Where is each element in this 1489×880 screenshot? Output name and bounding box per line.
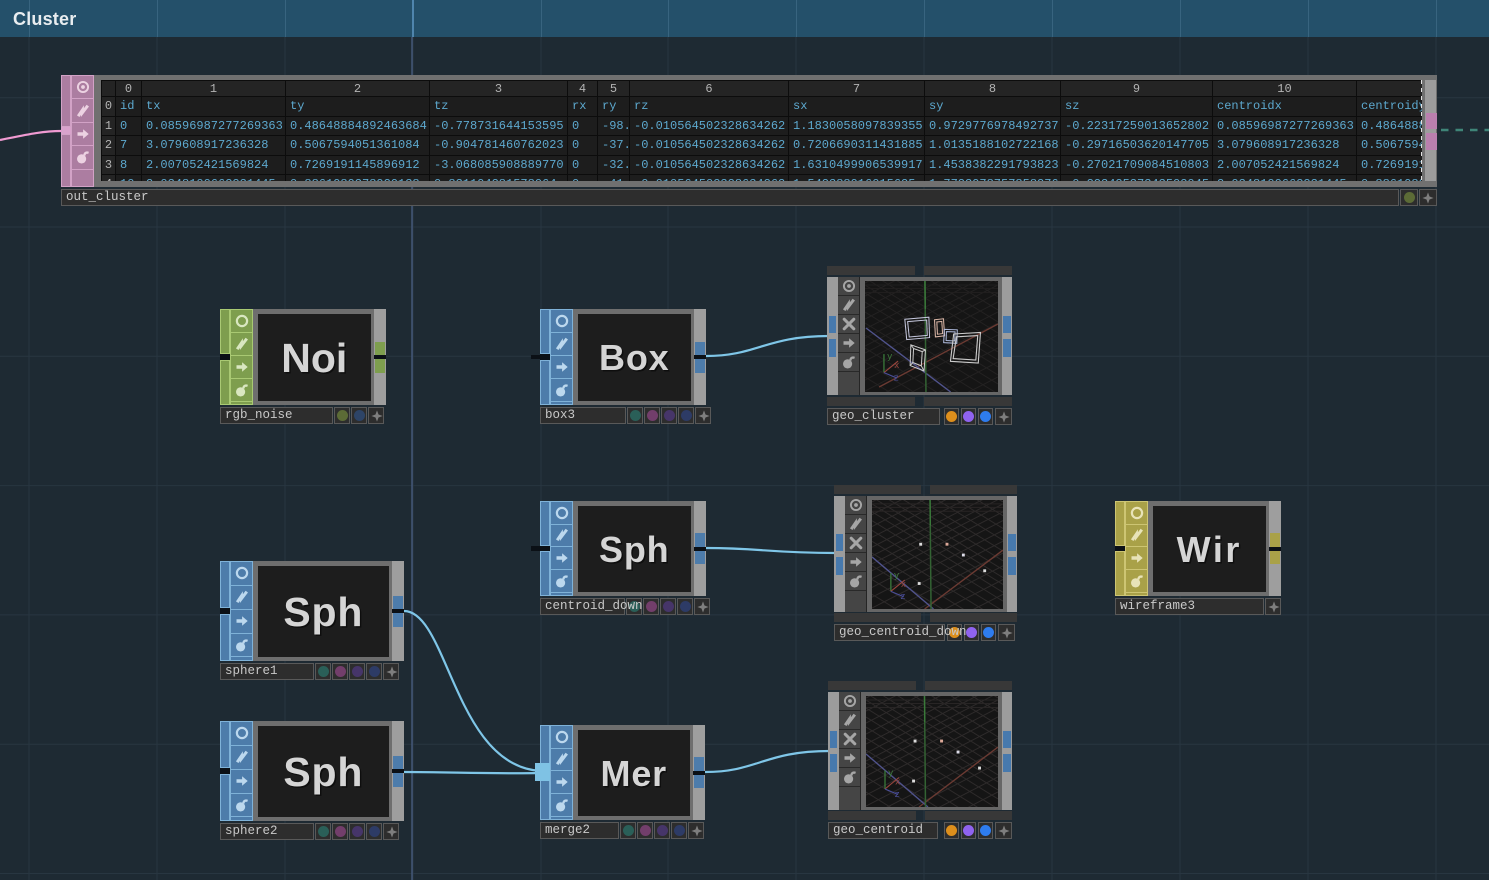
svg-text:y: y bbox=[894, 571, 900, 581]
svg-text:z: z bbox=[900, 592, 905, 602]
svg-text:x: x bbox=[901, 579, 906, 589]
svg-text:x: x bbox=[894, 360, 899, 371]
svg-text:x: x bbox=[895, 777, 900, 787]
svg-text:z: z bbox=[895, 790, 900, 800]
svg-text:y: y bbox=[887, 351, 893, 362]
svg-text:y: y bbox=[888, 768, 894, 778]
svg-text:z: z bbox=[894, 372, 899, 383]
